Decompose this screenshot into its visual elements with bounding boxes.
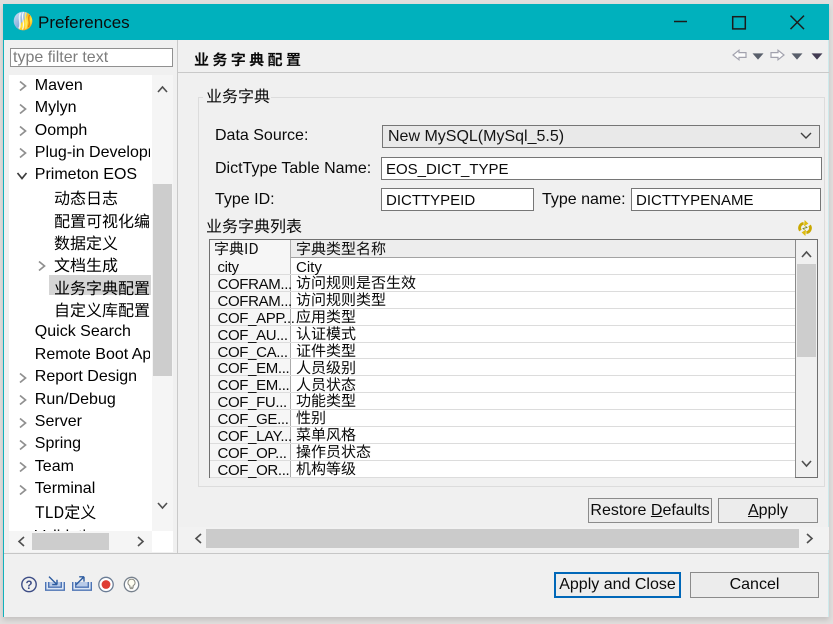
svg-text:?: ? bbox=[25, 580, 32, 592]
